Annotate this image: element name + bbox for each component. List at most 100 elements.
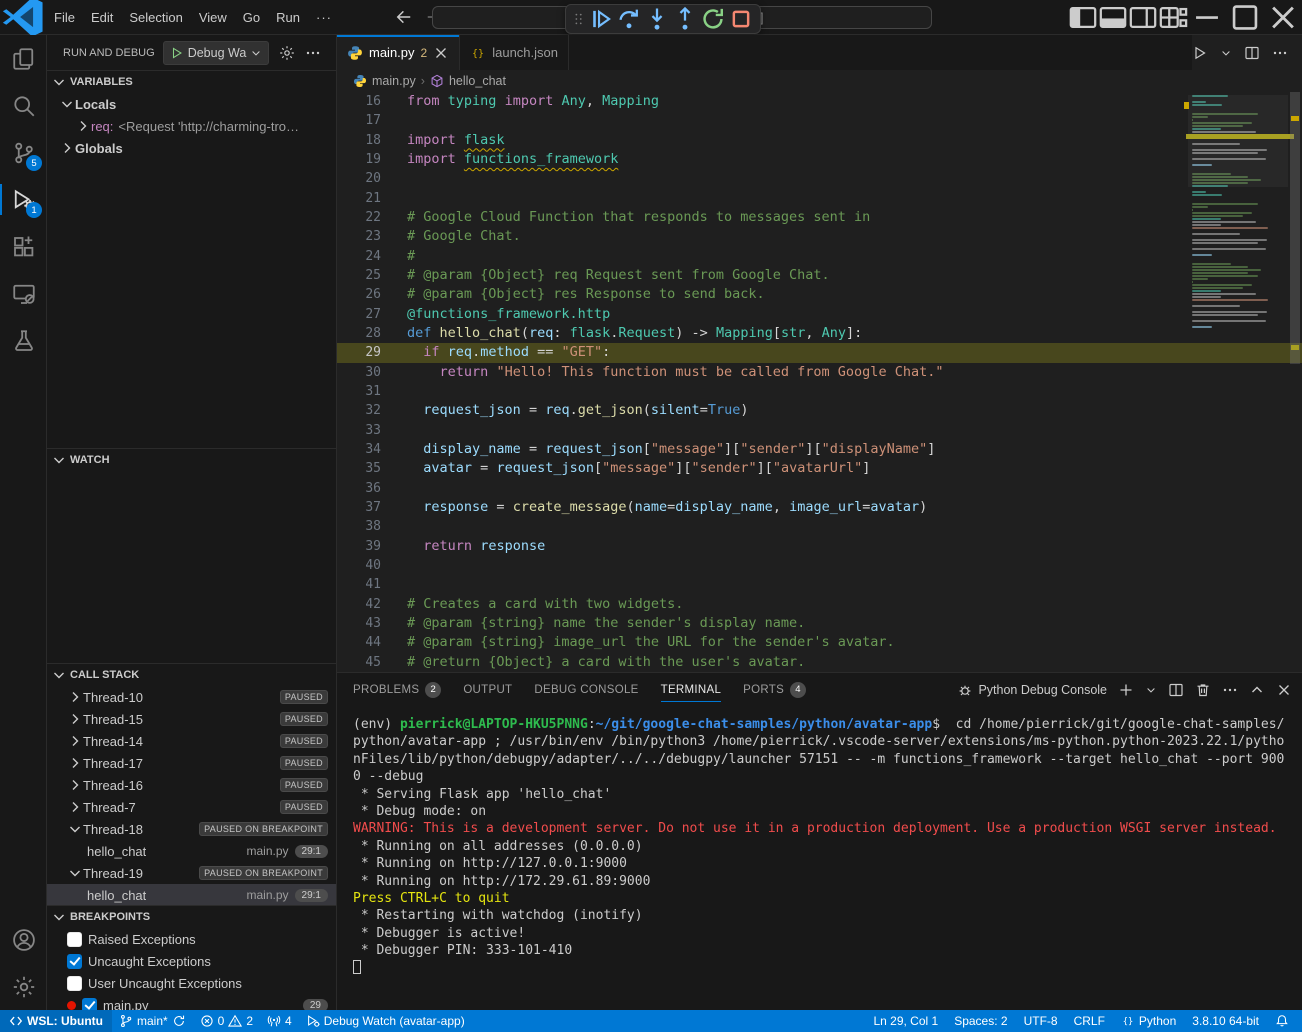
start-debug-icon[interactable] [170, 46, 184, 60]
restart-icon[interactable] [700, 6, 726, 32]
call-stack-thread[interactable]: Thread-17PAUSED [47, 752, 336, 774]
code-line[interactable]: 26# @param {Object} res Response to send… [337, 285, 1302, 304]
code-line[interactable]: 35 avatar = request_json["message"]["sen… [337, 459, 1302, 478]
eol[interactable]: CRLF [1067, 1010, 1112, 1032]
stop-icon[interactable] [728, 6, 754, 32]
activity-source-control[interactable]: 5 [0, 129, 47, 176]
menu-selection[interactable]: Selection [121, 6, 190, 29]
launch-config-dropdown[interactable]: Debug Wa [163, 41, 270, 65]
code-line[interactable]: 28def hello_chat(req: flask.Request) -> … [337, 324, 1302, 343]
menu-file[interactable]: File [46, 6, 83, 29]
code-line[interactable]: 19import functions_framework [337, 150, 1302, 169]
call-stack-thread[interactable]: Thread-18PAUSED ON BREAKPOINT [47, 818, 336, 840]
menu-edit[interactable]: Edit [83, 6, 121, 29]
call-stack-header[interactable]: CALL STACK [47, 664, 336, 686]
minimap[interactable] [1192, 95, 1284, 665]
code-line[interactable]: 32 request_json = req.get_json(silent=Tr… [337, 401, 1302, 420]
code-line[interactable]: 36 [337, 479, 1302, 498]
activity-remote-explorer[interactable] [0, 270, 47, 317]
activity-extensions[interactable] [0, 223, 47, 270]
panel-tab-problems[interactable]: PROBLEMS2 [353, 673, 441, 706]
breakpoint-item[interactable]: Raised Exceptions [47, 928, 336, 950]
activity-explorer[interactable] [0, 35, 47, 82]
activity-run-and-debug[interactable]: 1 [0, 176, 47, 223]
variables-scope-locals[interactable]: Locals [47, 93, 336, 115]
code-line[interactable]: 31 [337, 382, 1302, 401]
editor-scrollbar[interactable] [1288, 92, 1302, 672]
code-line[interactable]: 40 [337, 556, 1302, 575]
new-terminal-icon[interactable] [1118, 682, 1134, 698]
step-into-icon[interactable] [644, 6, 670, 32]
python-version[interactable]: 3.8.10 64-bit [1185, 1010, 1266, 1032]
call-stack-thread[interactable]: Thread-16PAUSED [47, 774, 336, 796]
variables-header[interactable]: VARIABLES [47, 71, 336, 93]
code-line[interactable]: 38 [337, 517, 1302, 536]
panel-tab-output[interactable]: OUTPUT [463, 673, 512, 706]
code-line[interactable]: 21 [337, 189, 1302, 208]
code-line[interactable]: 23# Google Chat. [337, 227, 1302, 246]
menu-go[interactable]: Go [235, 6, 268, 29]
code-line[interactable]: 37 response = create_message(name=displa… [337, 498, 1302, 517]
step-out-icon[interactable] [672, 6, 698, 32]
toggle-sidebar-icon[interactable] [1068, 0, 1098, 35]
problems-status[interactable]: 02 [193, 1010, 260, 1032]
language-mode[interactable]: {}Python [1114, 1010, 1183, 1032]
go-back-icon[interactable] [394, 7, 414, 27]
code-line[interactable]: 25# @param {Object} req Request sent fro… [337, 266, 1302, 285]
remote-indicator[interactable]: WSL: Ubuntu [0, 1010, 112, 1032]
cursor-position[interactable]: Ln 29, Col 1 [866, 1010, 945, 1032]
code-line[interactable]: 30 return "Hello! This function must be … [337, 363, 1302, 382]
call-stack-thread[interactable]: Thread-14PAUSED [47, 730, 336, 752]
code-line[interactable]: 33 [337, 421, 1302, 440]
branch-status[interactable]: main* [112, 1010, 193, 1032]
split-terminal-icon[interactable] [1168, 682, 1184, 698]
code-line[interactable]: 43# @param {string} name the sender's di… [337, 614, 1302, 633]
activity-testing[interactable] [0, 317, 47, 364]
call-stack-frame[interactable]: hello_chatmain.py29:1 [47, 840, 336, 862]
call-stack-thread[interactable]: Thread-15PAUSED [47, 708, 336, 730]
step-over-icon[interactable] [616, 6, 642, 32]
maximize-panel-icon[interactable] [1249, 682, 1265, 698]
drag-handle-icon[interactable] [572, 12, 586, 26]
call-stack-thread[interactable]: Thread-10PAUSED [47, 686, 336, 708]
minimize-button[interactable] [1188, 0, 1226, 35]
close-tab-icon[interactable] [433, 45, 449, 61]
call-stack-thread[interactable]: Thread-7PAUSED [47, 796, 336, 818]
code-line[interactable]: 29 if req.method == "GET": [337, 343, 1302, 362]
tab-main-py[interactable]: main.py 2 [337, 35, 460, 70]
split-editor-icon[interactable] [1244, 45, 1260, 61]
views-more-icon[interactable] [305, 45, 321, 61]
menu-run[interactable]: Run [268, 6, 308, 29]
terminal-output[interactable]: (env) pierrick@LAPTOP-HKU5PNNG:~/git/goo… [337, 706, 1302, 977]
debug-status[interactable]: Debug Watch (avatar-app) [299, 1010, 472, 1032]
toggle-secondary-sidebar-icon[interactable] [1128, 0, 1158, 35]
breakpoint-checkbox[interactable] [67, 932, 82, 947]
breakpoint-item[interactable]: User Uncaught Exceptions [47, 972, 336, 994]
code-line[interactable]: 44# @param {string} image_url the URL fo… [337, 633, 1302, 652]
breakpoint-checkbox[interactable] [67, 954, 82, 969]
activity-accounts[interactable] [0, 916, 47, 963]
terminal-dropdown-icon[interactable] [1145, 682, 1157, 698]
menu-view[interactable]: View [191, 6, 235, 29]
code-line[interactable]: 41 [337, 575, 1302, 594]
activity-search[interactable] [0, 82, 47, 129]
indentation[interactable]: Spaces: 2 [947, 1010, 1014, 1032]
code-line[interactable]: 39 return response [337, 537, 1302, 556]
code-line[interactable]: 22# Google Cloud Function that responds … [337, 208, 1302, 227]
breakpoint-checkbox[interactable] [67, 976, 82, 991]
code-line[interactable]: 34 display_name = request_json["message"… [337, 440, 1302, 459]
panel-tab-debug-console[interactable]: DEBUG CONSOLE [534, 673, 638, 706]
maximize-button[interactable] [1226, 0, 1264, 35]
code-line[interactable]: 42# Creates a card with two widgets. [337, 595, 1302, 614]
breadcrumb[interactable]: main.py › hello_chat [337, 70, 1302, 92]
code-line[interactable]: 16from typing import Any, Mapping [337, 92, 1302, 111]
call-stack-frame[interactable]: hello_chatmain.py29:1 [47, 884, 336, 905]
breakpoint-item[interactable]: Uncaught Exceptions [47, 950, 336, 972]
variable-req[interactable]: req: <Request 'http://charming-tro… [47, 115, 336, 137]
code-line[interactable]: 17 [337, 111, 1302, 130]
code-line[interactable]: 24# [337, 247, 1302, 266]
panel-more-actions-icon[interactable] [1222, 682, 1238, 698]
code-line[interactable]: 45# @return {Object} a card with the use… [337, 653, 1302, 672]
kill-terminal-icon[interactable] [1195, 682, 1211, 698]
breakpoint-item[interactable]: main.py29 [47, 994, 336, 1010]
